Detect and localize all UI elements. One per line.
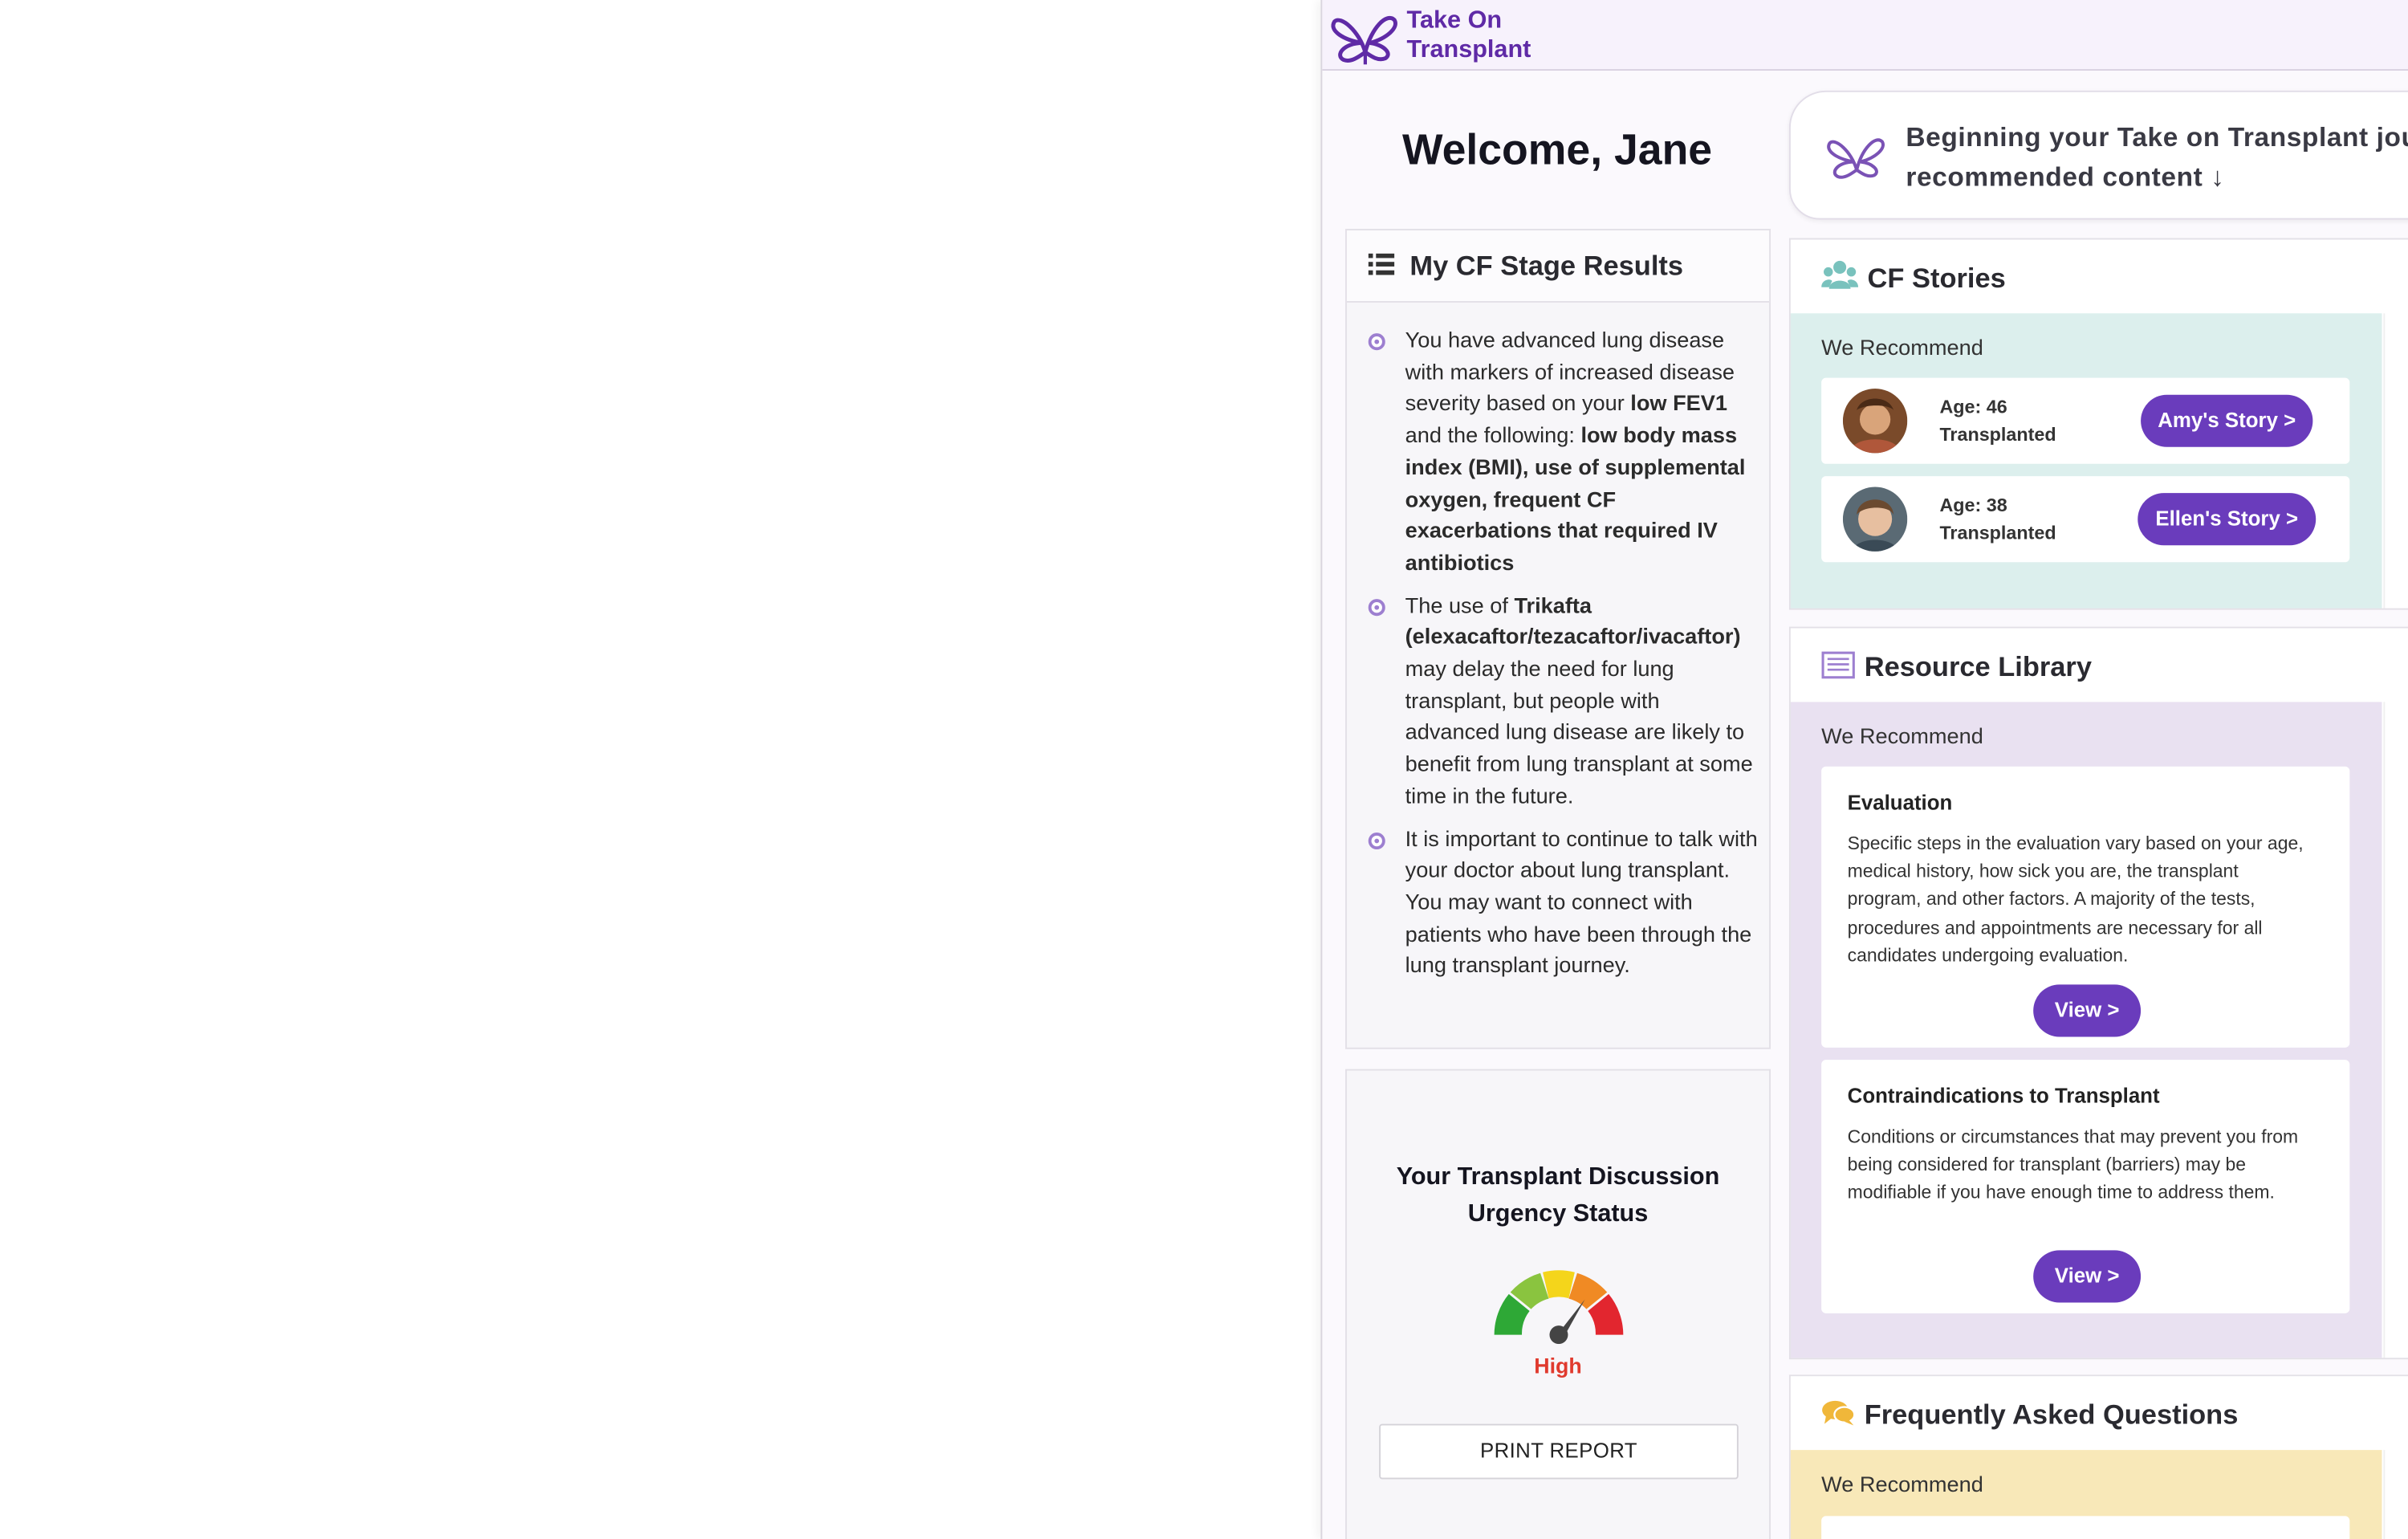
library-book-icon <box>1821 651 1855 679</box>
chat-bubbles-icon <box>1822 1400 1856 1426</box>
faq-section: Frequently Asked Questions We Recommend <box>1788 1374 2408 1539</box>
stage-result-item: It is important to continue to talk with… <box>1367 824 1759 983</box>
stage-result-text: The use of <box>1405 593 1515 619</box>
app-window: Take On Transplant Welcome, Jane Beginni… <box>1320 0 2408 1539</box>
resource-library-title: Resource Library <box>1864 651 2092 682</box>
cf-stage-results-card: My CF Stage Results You have advanced lu… <box>1345 229 1771 1049</box>
resource-card-contraindications: Contraindications to Transplant Conditio… <box>1821 1060 2350 1313</box>
cf-stories-title: CF Stories <box>1867 263 2006 294</box>
journey-banner: Beginning your Take on Transplant jour r… <box>1788 90 2408 220</box>
story-card-amy: Age: 46 Transplanted Amy's Story > <box>1821 377 2350 464</box>
urgency-status-card: Your Transplant Discussion Urgency Statu… <box>1345 1069 1771 1539</box>
cf-stories-section: CF Stories We Recommend Age: 46 Transpla… <box>1788 238 2408 610</box>
journey-banner-text: Beginning your Take on Transplant jour r… <box>1906 121 2408 193</box>
resource-description: Specific steps in the evaluation vary ba… <box>1847 832 2304 967</box>
story-card-ellen: Age: 38 Transplanted Ellen's Story > <box>1821 476 2350 563</box>
bullet-dot-icon <box>1368 598 1385 616</box>
story-status: Transplanted <box>1939 522 2056 544</box>
cf-stage-results-title: My CF Stage Results <box>1409 250 1684 282</box>
cf-stories-header: CF Stories <box>1790 239 2408 314</box>
evaluation-view-button[interactable]: View > <box>2033 984 2142 1037</box>
faq-body: We Recommend <box>1790 1450 2386 1539</box>
resource-card-evaluation: Evaluation Specific steps in the evaluat… <box>1821 766 2350 1048</box>
story-age: Age: 46 <box>1939 396 2007 418</box>
story-info-ellen: Age: 38 Transplanted <box>1939 491 2056 547</box>
users-group-icon <box>1821 260 1859 289</box>
stage-result-text: may delay the need for lung transplant, … <box>1405 657 1753 809</box>
cf-stage-results-header: My CF Stage Results <box>1346 230 1770 303</box>
butterfly-logo-icon[interactable] <box>1328 6 1402 65</box>
avatar <box>1842 389 1908 454</box>
cf-stories-recommend-label: We Recommend <box>1821 336 1983 361</box>
faq-recommend-label: We Recommend <box>1821 1472 1983 1498</box>
stage-result-item: You have advanced lung disease with mark… <box>1367 326 1759 580</box>
resource-description: Conditions or circumstances that may pre… <box>1847 1126 2299 1203</box>
stage-result-emphasis: low FEV1 <box>1630 392 1727 417</box>
resource-library-section: Resource Library We Recommend Evaluation… <box>1788 626 2408 1360</box>
stage-result-text: It is important to continue to talk with… <box>1405 827 1758 979</box>
top-header: Take On Transplant <box>1322 0 2408 71</box>
stage-result-item: The use of Trikafta (elexacaftor/tezacaf… <box>1367 591 1759 813</box>
faq-title: Frequently Asked Questions <box>1864 1399 2239 1431</box>
bullet-dot-icon <box>1368 832 1385 849</box>
resource-library-body: We Recommend Evaluation Specific steps i… <box>1790 702 2386 1358</box>
amy-story-button[interactable]: Amy's Story > <box>2141 394 2313 447</box>
urgency-title: Your Transplant Discussion Urgency Statu… <box>1396 1164 1720 1227</box>
cf-stories-body: We Recommend Age: 46 Transplanted Amy's … <box>1790 313 2386 609</box>
faq-header: Frequently Asked Questions <box>1790 1376 2408 1451</box>
bullet-dot-icon <box>1368 333 1385 351</box>
urgency-level-label: High <box>1534 1353 1582 1378</box>
urgency-gauge-icon <box>1494 1270 1624 1345</box>
faq-card <box>1821 1516 2350 1539</box>
story-status: Transplanted <box>1939 424 2056 446</box>
resource-library-header: Resource Library <box>1790 628 2408 702</box>
brand-name[interactable]: Take On Transplant <box>1407 6 1531 65</box>
story-info-amy: Age: 46 Transplanted <box>1939 393 2056 449</box>
contraindications-view-button[interactable]: View > <box>2033 1250 2142 1303</box>
list-icon <box>1368 253 1395 275</box>
print-report-button[interactable]: PRINT REPORT <box>1379 1423 1739 1480</box>
avatar <box>1842 487 1908 552</box>
ellen-story-button[interactable]: Ellen's Story > <box>2138 493 2316 546</box>
cf-stage-bullet-list: You have advanced lung disease with mark… <box>1367 326 1759 994</box>
resource-title: Contraindications to Transplant <box>1847 1084 2160 1108</box>
resource-title: Evaluation <box>1847 791 1953 815</box>
resource-library-recommend-label: We Recommend <box>1821 725 1983 750</box>
stage-result-text: and the following: <box>1405 424 1581 449</box>
story-age: Age: 38 <box>1939 495 2007 516</box>
welcome-heading: Welcome, Jane <box>1401 125 1713 174</box>
butterfly-icon <box>1827 138 1885 179</box>
